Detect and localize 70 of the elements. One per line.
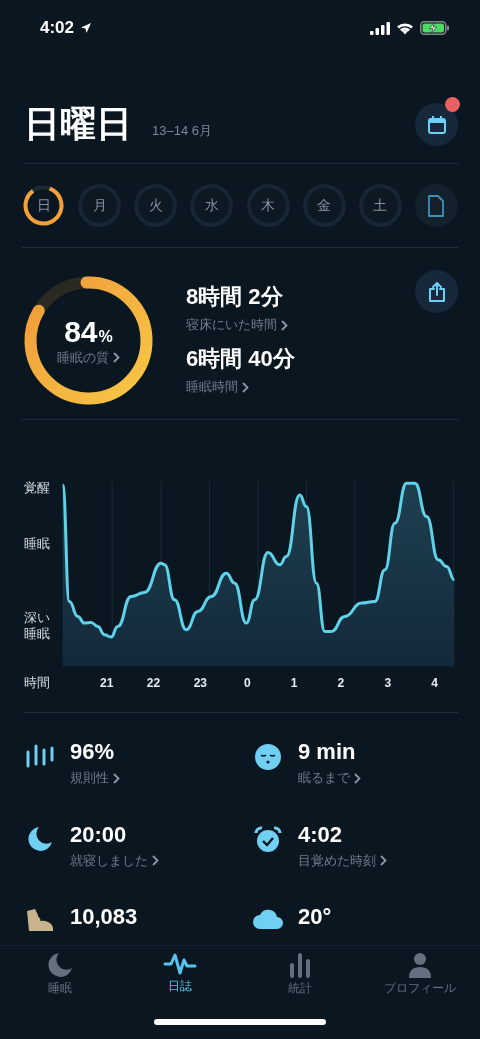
battery-charging-icon	[420, 21, 450, 35]
chevron-icon	[113, 772, 120, 784]
chevron-icon	[281, 319, 288, 331]
wifi-icon	[396, 21, 414, 35]
x-axis-title: 時間	[24, 674, 51, 692]
metric-label: 睡眠時間	[186, 378, 238, 396]
day-button[interactable]: 日	[22, 184, 65, 227]
stat-value: 10,083	[70, 904, 138, 931]
hour-label: 23	[192, 676, 209, 690]
day-button[interactable]: 月	[78, 184, 122, 227]
day-button[interactable]: 水	[190, 184, 234, 227]
metric-value: 8時間 2分	[186, 283, 284, 311]
moon-icon	[27, 825, 53, 852]
moon-icon	[47, 952, 73, 978]
day-button[interactable]: 火	[134, 184, 178, 227]
document-button[interactable]	[415, 184, 458, 227]
date-range: 13–14 6月	[152, 121, 212, 140]
day-title: 日曜日	[24, 102, 132, 146]
chevron-icon	[380, 855, 387, 867]
stat-label: 眠るまで	[298, 769, 350, 787]
metric-value: 6時間 40分	[186, 345, 295, 373]
hour-label: 1	[289, 676, 299, 690]
hour-label: 2	[336, 676, 346, 690]
calendar-button[interactable]	[415, 103, 458, 146]
stat-label: 規則性	[70, 769, 109, 787]
stat-label: 目覚めた時刻	[298, 851, 376, 870]
chevron-icon	[242, 381, 249, 393]
y-axis-label: 深い睡眠	[24, 610, 51, 643]
hour-label: 3	[383, 676, 393, 690]
sleepy-face-icon	[254, 743, 282, 771]
stat-value: 9 min	[298, 739, 357, 765]
tab[interactable]: 統計	[245, 952, 355, 997]
wave-icon	[163, 952, 197, 976]
tab[interactable]: 睡眠	[5, 952, 115, 997]
cloud-icon	[252, 908, 284, 931]
quality-label: 睡眠の質	[57, 348, 109, 367]
hour-label: 21	[99, 676, 115, 690]
percent-unit: %	[98, 327, 113, 346]
day-button[interactable]: 土	[358, 184, 402, 227]
hour-label: 0	[242, 676, 252, 690]
metric-label: 寝床にいた時間	[186, 316, 277, 334]
shoe-icon	[25, 908, 55, 933]
y-axis-label: 覚醒	[24, 480, 51, 497]
share-icon	[427, 281, 446, 302]
tab[interactable]: 日誌	[125, 952, 235, 997]
tab[interactable]: プロフィール	[365, 952, 475, 997]
stat-value: 20:00	[70, 821, 128, 848]
location-arrow-icon	[80, 22, 93, 34]
chevron-icon	[354, 772, 361, 784]
stat-value: 96%	[70, 739, 116, 765]
signal-icon	[370, 21, 390, 35]
chevron-icon	[113, 352, 120, 363]
stat-label: 就寝しました	[70, 851, 148, 870]
y-axis-label: 睡眠	[24, 536, 51, 553]
document-icon	[427, 194, 446, 217]
alarm-clock-icon	[254, 825, 282, 854]
day-button[interactable]: 木	[246, 184, 290, 227]
chevron-icon	[152, 855, 159, 867]
share-button[interactable]	[415, 270, 458, 313]
calendar-icon	[426, 114, 447, 135]
day-button[interactable]: 金	[302, 184, 346, 227]
stat-value: 4:02	[298, 821, 344, 848]
hour-label: 22	[145, 676, 162, 690]
bars-icon	[25, 743, 55, 769]
stat-value: 20°	[298, 904, 332, 931]
status-time: 4:02	[40, 18, 75, 38]
hour-label: 4	[430, 676, 439, 690]
person-icon	[407, 952, 433, 978]
quality-value: 84	[64, 314, 98, 349]
bar-chart-icon	[287, 952, 313, 978]
